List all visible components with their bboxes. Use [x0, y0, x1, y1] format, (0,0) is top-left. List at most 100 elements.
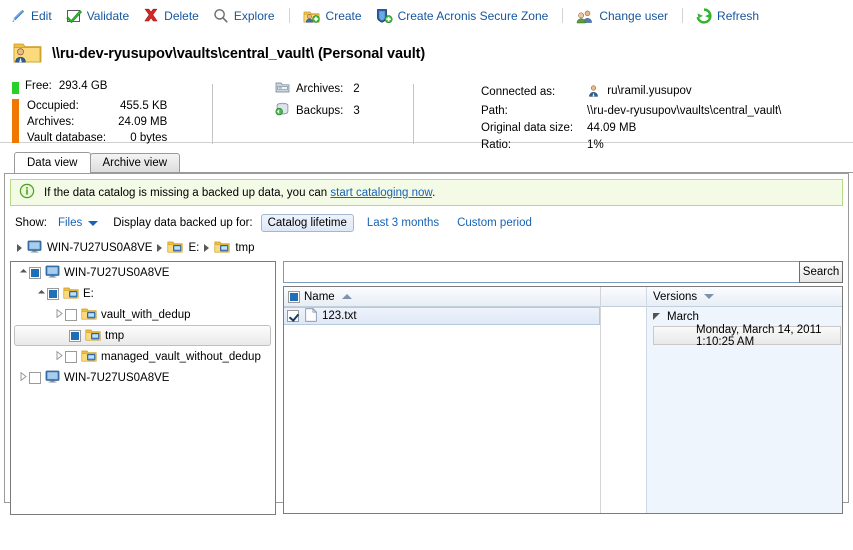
- table-row: Occupied: 455.5 KB: [27, 99, 169, 113]
- column-header-versions[interactable]: Versions: [647, 287, 842, 307]
- computer-icon: [45, 370, 60, 386]
- explore-button-label: Explore: [233, 8, 275, 23]
- folder-tree[interactable]: WIN-7U27US0A8VE E: vault_with_dedup tmp …: [10, 261, 276, 515]
- tab-data-view-label: Data view: [27, 157, 78, 169]
- shield-plus-icon: [376, 8, 393, 24]
- tree-checkbox[interactable]: [29, 266, 41, 279]
- catalog-notice-text: If the data catalog is missing a backed …: [44, 187, 435, 199]
- toolbar-separator-1: [288, 8, 290, 23]
- explore-button[interactable]: Explore: [213, 8, 275, 24]
- connection-table: Connected as: ru\ramil.yusupov Path: \\r…: [479, 80, 783, 154]
- archives-count-value: 2: [353, 82, 360, 95]
- archives-count-label: Archives:: [296, 82, 344, 95]
- tree-item-drive-e[interactable]: E:: [11, 283, 275, 304]
- expand-arrow-icon[interactable]: [35, 289, 47, 298]
- tree-item-label: managed_vault_without_dedup: [101, 350, 261, 363]
- computer-icon: [45, 265, 60, 281]
- period-last-3-months-link[interactable]: Last 3 months: [362, 215, 444, 231]
- tree-checkbox[interactable]: [69, 329, 81, 342]
- tree-item-label: vault_with_dedup: [101, 308, 191, 321]
- create-button-label: Create: [325, 8, 362, 23]
- breadcrumb-arrow-icon[interactable]: [17, 244, 22, 252]
- column-header-name[interactable]: Name: [284, 287, 600, 307]
- validate-button-label: Validate: [86, 8, 130, 23]
- chevron-down-icon: [88, 220, 99, 226]
- tab-data-view[interactable]: Data view: [14, 152, 91, 173]
- breadcrumb-item-computer[interactable]: WIN-7U27US0A8VE: [27, 240, 152, 256]
- pencil-icon: [10, 8, 26, 24]
- tree-item-computer-1[interactable]: WIN-7U27US0A8VE: [11, 262, 275, 283]
- create-acronis-secure-zone-button[interactable]: Create Acronis Secure Zone: [376, 8, 548, 24]
- text-file-icon: [305, 307, 318, 325]
- create-vault-icon: [303, 8, 321, 24]
- period-custom-period-link[interactable]: Custom period: [452, 215, 537, 231]
- collapse-arrow-icon[interactable]: [53, 308, 65, 321]
- drive-folder-icon: [214, 240, 230, 256]
- red-x-icon: [143, 8, 159, 24]
- collapse-arrow-icon[interactable]: [53, 350, 65, 363]
- data-view-panel: If the data catalog is missing a backed …: [4, 173, 849, 515]
- path-label: Path:: [481, 104, 508, 117]
- info-icon: [19, 183, 35, 202]
- toolbar-separator-3: [682, 8, 684, 23]
- refresh-button[interactable]: Refresh: [696, 7, 759, 24]
- column-header-blank[interactable]: [601, 287, 646, 307]
- table-row: Archives: 24.09 MB: [27, 115, 169, 129]
- drive-folder-icon: [167, 240, 184, 256]
- expand-arrow-icon[interactable]: [653, 313, 660, 320]
- breadcrumb-arrow-icon[interactable]: [204, 244, 210, 252]
- show-dropdown-value: Files: [57, 217, 83, 229]
- drive-folder-icon: [85, 328, 101, 344]
- search-button-label: Search: [802, 266, 840, 278]
- toolbar-separator-2: [562, 8, 564, 23]
- select-all-checkbox[interactable]: [288, 290, 300, 303]
- file-checkbox[interactable]: [287, 310, 299, 322]
- tree-item-managed-vault-without-dedup[interactable]: managed_vault_without_dedup: [11, 346, 275, 367]
- sort-ascending-icon: [341, 294, 352, 299]
- breadcrumb-arrow-icon[interactable]: [157, 244, 163, 252]
- catalog-notice-suffix: .: [432, 186, 436, 199]
- show-dropdown[interactable]: Files: [55, 216, 101, 230]
- column-header-versions-label: Versions: [653, 290, 698, 303]
- user-icon: [576, 8, 594, 24]
- version-item-label: Monday, March 14, 2011 1:10:25 AM: [696, 323, 822, 348]
- tree-checkbox[interactable]: [65, 350, 77, 363]
- tree-item-label: E:: [83, 287, 94, 300]
- collapse-arrow-icon[interactable]: [17, 371, 29, 384]
- tree-checkbox[interactable]: [65, 308, 77, 321]
- original-data-size-label: Original data size:: [481, 121, 574, 134]
- delete-button[interactable]: Delete: [143, 8, 199, 24]
- expand-arrow-icon[interactable]: [17, 268, 29, 277]
- vault-info-strip: Free: 293.4 GB Occupied: 455.5 KB Archiv…: [0, 74, 853, 151]
- edit-button[interactable]: Edit: [10, 8, 52, 24]
- display-data-label: Display data backed up for:: [113, 217, 253, 229]
- backups-count-label: Backups:: [296, 104, 344, 117]
- table-row[interactable]: 123.txt: [284, 307, 600, 325]
- tree-checkbox[interactable]: [29, 371, 41, 384]
- breadcrumb-item-folder[interactable]: tmp: [214, 240, 255, 256]
- search-input[interactable]: [283, 261, 799, 283]
- tree-item-computer-2[interactable]: WIN-7U27US0A8VE: [11, 367, 275, 388]
- create-button[interactable]: Create: [303, 8, 362, 24]
- change-user-button[interactable]: Change user: [576, 8, 668, 24]
- validate-button[interactable]: Validate: [65, 8, 130, 24]
- start-cataloging-link[interactable]: start cataloging now: [330, 187, 432, 199]
- period-catalog-lifetime-button[interactable]: Catalog lifetime: [260, 214, 354, 232]
- version-item[interactable]: Monday, March 14, 2011 1:10:25 AM: [653, 323, 841, 348]
- vault-header: \\ru-dev-ryusupov\vaults\central_vault\ …: [0, 31, 853, 74]
- storage-usage-column: Free: 293.4 GB Occupied: 455.5 KB Archiv…: [0, 80, 212, 144]
- view-tabs: Data view Archive view: [14, 152, 853, 173]
- tree-item-vault-with-dedup[interactable]: vault_with_dedup: [11, 304, 275, 325]
- refresh-icon: [696, 7, 712, 24]
- catalog-notice-prefix: If the data catalog is missing a backed …: [44, 186, 331, 199]
- occupied-space-bar: [12, 99, 19, 143]
- main-toolbar: Edit Validate Delete Explore Create Crea…: [0, 0, 853, 31]
- free-space-row: Free: 293.4 GB: [25, 80, 212, 92]
- tree-checkbox[interactable]: [47, 287, 59, 300]
- search-button[interactable]: Search: [799, 261, 843, 283]
- breadcrumb-item-drive[interactable]: E:: [167, 240, 199, 256]
- computer-icon: [27, 240, 42, 256]
- tab-archive-view[interactable]: Archive view: [89, 153, 181, 173]
- backups-count-row: Backups: 3: [275, 102, 413, 119]
- tree-item-tmp[interactable]: tmp: [14, 325, 271, 346]
